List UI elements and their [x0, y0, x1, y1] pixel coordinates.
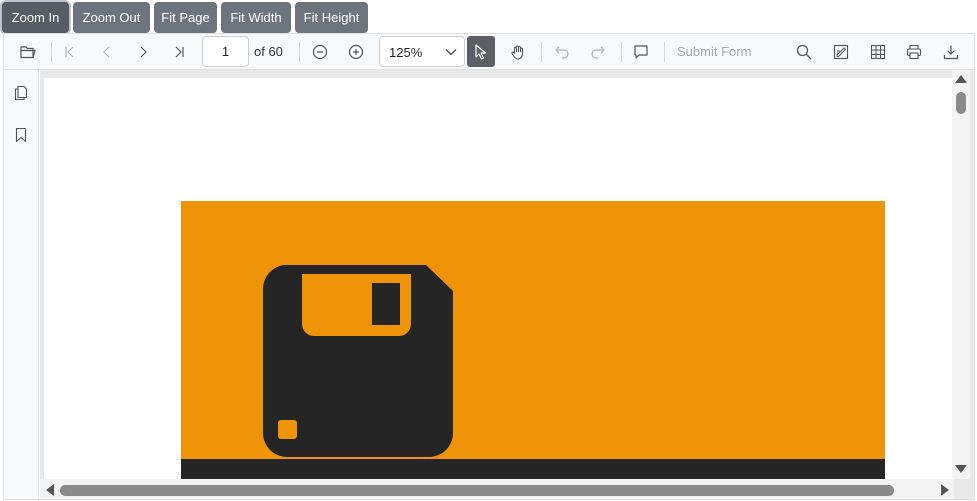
scroll-right-icon[interactable] [941, 484, 949, 496]
previous-page-icon[interactable] [93, 38, 121, 66]
print-icon[interactable] [900, 38, 928, 66]
floppy-disk-icon [262, 265, 453, 457]
page-banner-image [181, 201, 885, 471]
horizontal-scroll-thumb[interactable] [60, 485, 894, 496]
zoom-level-dropdown[interactable]: 125% [379, 36, 465, 67]
submit-form-button[interactable]: Submit Form [677, 44, 751, 59]
page-count-label: of 60 [254, 44, 283, 59]
chevron-down-icon [444, 45, 458, 64]
fit-page-button[interactable]: Fit Page [154, 2, 217, 33]
vertical-scroll-thumb[interactable] [956, 92, 966, 114]
page-thumbnails-icon[interactable] [11, 83, 31, 103]
toolbar-separator [664, 42, 665, 62]
zoom-button-bar: Zoom In Zoom Out Fit Page Fit Width Fit … [0, 0, 977, 33]
zoom-in-button[interactable]: Zoom In [2, 2, 69, 33]
zoom-in-icon[interactable] [342, 38, 370, 66]
navigation-pane [4, 70, 39, 499]
toolbar-separator [541, 42, 542, 62]
comment-icon[interactable] [627, 38, 655, 66]
zoom-level-value: 125% [389, 45, 423, 60]
zoom-out-button[interactable]: Zoom Out [73, 2, 150, 33]
undo-icon[interactable] [548, 38, 576, 66]
search-icon[interactable] [790, 38, 818, 66]
toolbar-separator [51, 42, 52, 62]
scroll-down-icon[interactable] [955, 465, 967, 473]
page-banner-base [181, 459, 885, 479]
bookmark-icon[interactable] [11, 125, 31, 145]
pan-icon[interactable] [504, 38, 532, 66]
text-select-icon[interactable] [467, 36, 495, 67]
zoom-out-icon[interactable] [306, 38, 334, 66]
toolbar-separator [621, 42, 622, 62]
fit-height-button[interactable]: Fit Height [295, 2, 368, 33]
vertical-scrollbar[interactable] [952, 70, 970, 479]
fit-width-button[interactable]: Fit Width [221, 2, 291, 33]
document-view[interactable] [40, 70, 974, 499]
scroll-up-icon[interactable] [955, 75, 967, 83]
download-icon[interactable] [937, 38, 965, 66]
first-page-icon[interactable] [56, 38, 84, 66]
annotation-edit-icon[interactable] [827, 38, 855, 66]
open-file-icon[interactable] [14, 38, 42, 66]
viewer-toolbar: 1 of 60 125% Submit Form [4, 34, 974, 70]
next-page-icon[interactable] [129, 38, 157, 66]
toolbar-separator [299, 42, 300, 62]
scroll-left-icon[interactable] [46, 484, 54, 496]
current-page-input[interactable]: 1 [202, 36, 249, 67]
horizontal-scrollbar[interactable] [40, 479, 954, 499]
redo-icon[interactable] [584, 38, 612, 66]
form-designer-icon[interactable] [864, 38, 892, 66]
last-page-icon[interactable] [165, 38, 193, 66]
pdf-viewer: 1 of 60 125% Submit Form [3, 33, 975, 500]
